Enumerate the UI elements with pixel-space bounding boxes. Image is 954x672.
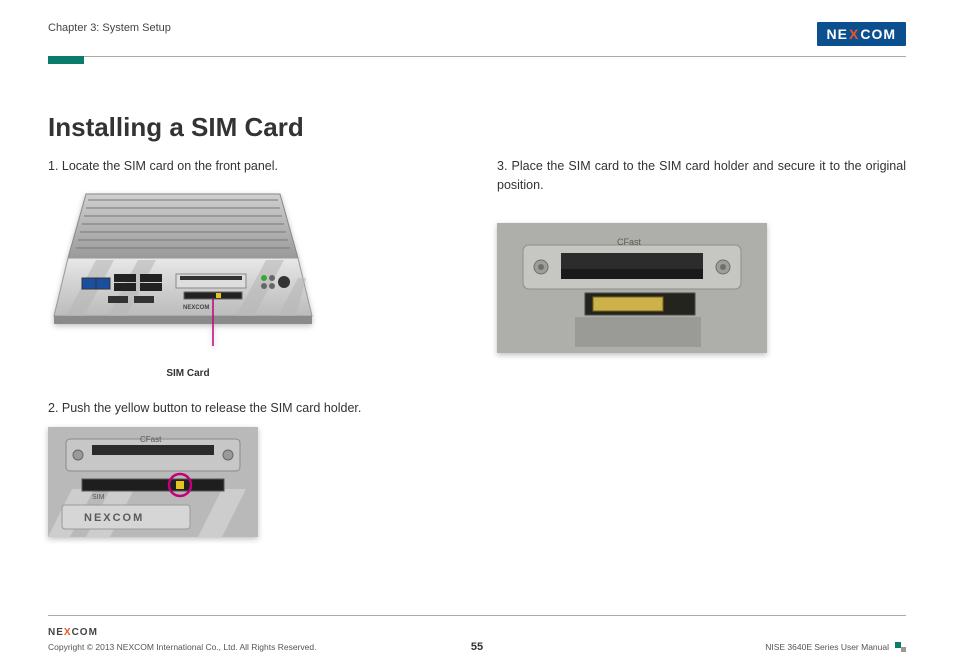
- svg-text:CFast: CFast: [617, 237, 642, 247]
- copyright-text: Copyright © 2013 NEXCOM International Co…: [48, 642, 316, 652]
- footer-divider: [48, 615, 906, 616]
- logo-x-icon: X: [849, 26, 859, 42]
- svg-text:NEXCOM: NEXCOM: [84, 512, 144, 524]
- right-column: 3. Place the SIM card to the SIM card ho…: [497, 157, 906, 561]
- svg-text:CFast: CFast: [140, 435, 162, 444]
- figure-1-caption: SIM Card: [53, 366, 323, 381]
- page-footer: NEXCOM Copyright © 2013 NEXCOM Internati…: [48, 615, 906, 652]
- step-2-text: 2. Push the yellow button to release the…: [48, 399, 457, 418]
- device-front-illustration: NEXCOM: [48, 186, 318, 356]
- step-3-text: 3. Place the SIM card to the SIM card ho…: [497, 157, 906, 195]
- accent-bar: [48, 56, 84, 64]
- svg-text:SIM: SIM: [92, 494, 105, 501]
- figure-3: CFast: [497, 223, 906, 359]
- brand-logo: NEXCOM: [817, 22, 906, 46]
- logo-x-icon: X: [64, 627, 72, 638]
- figure-2: CFast SIM NEXCOM: [48, 427, 457, 543]
- sim-release-illustration: CFast SIM NEXCOM: [48, 427, 258, 537]
- svg-text:NEXCOM: NEXCOM: [183, 305, 209, 311]
- page-number: 55: [471, 641, 483, 653]
- manual-title: NISE 3640E Series User Manual: [765, 642, 889, 652]
- figure-1: NEXCOM SIM Card: [48, 186, 457, 381]
- chapter-label: Chapter 3: System Setup: [48, 22, 171, 34]
- footer-logo: NEXCOM: [48, 627, 98, 638]
- logo-text-post: COM: [860, 26, 896, 42]
- page-title: Installing a SIM Card: [48, 112, 906, 143]
- left-column: 1. Locate the SIM card on the front pane…: [48, 157, 457, 561]
- step-1-text: 1. Locate the SIM card on the front pane…: [48, 157, 457, 176]
- header-divider: [48, 56, 906, 57]
- corner-decoration-icon: [895, 642, 906, 652]
- logo-text-pre: NE: [827, 26, 848, 42]
- sim-insert-illustration: CFast: [497, 223, 767, 353]
